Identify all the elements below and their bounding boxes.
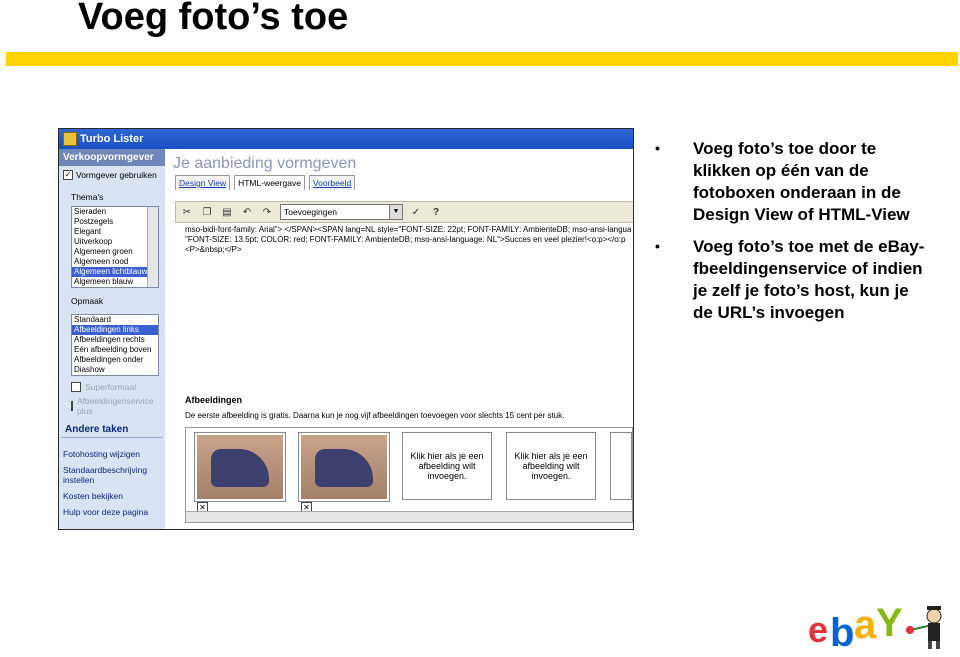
images-section-title: Afbeeldingen: [185, 395, 243, 405]
layout-list[interactable]: Standaard Afbeeldingen links Afbeeldinge…: [71, 314, 159, 376]
theme-item[interactable]: Sieraden: [72, 207, 158, 217]
code-line: mso-bidi-font-family: Arial"> </SPAN><SP…: [185, 225, 631, 234]
logo-letter-b: b: [830, 611, 854, 652]
turbo-lister-screenshot: Turbo Lister Verkoopvormgever ✓ Vormgeve…: [58, 128, 634, 530]
code-line: "FONT-SIZE: 13.5pt; COLOR: red; FONT-FAM…: [185, 235, 626, 244]
cut-icon[interactable]: ✂: [180, 205, 194, 219]
photo-box-empty[interactable]: Klik hier als je een afbeelding wilt inv…: [506, 432, 596, 500]
theme-item[interactable]: Postzegels: [72, 217, 158, 227]
layout-item[interactable]: Afbeeldingen onder: [72, 355, 158, 365]
help-button[interactable]: ?: [429, 205, 443, 219]
bullet-item: Voeg foto’s toe met de eBay-fbeeldingens…: [655, 235, 930, 324]
left-task-pane: Verkoopvormgever ✓ Vormgever gebruiken T…: [59, 149, 165, 529]
mascot-icon: [906, 606, 942, 649]
logo-letter-y: Y: [876, 601, 903, 645]
theme-item[interactable]: Algemeen groen: [72, 247, 158, 257]
designer-header: Verkoopvormgever: [59, 149, 165, 166]
picture-service-label: Afbeeldingenservice plus: [77, 396, 154, 416]
copy-icon[interactable]: ❐: [200, 205, 214, 219]
theme-item[interactable]: Algemeen rood: [72, 257, 158, 267]
chair-photo: [197, 435, 283, 499]
theme-item-selected[interactable]: Algemeen lichtblauw: [72, 267, 158, 277]
logo-letter-a: a: [854, 603, 877, 647]
photo-box-empty[interactable]: Klik hier als je een afbeelding wilt inv…: [402, 432, 492, 500]
window-title: Turbo Lister: [80, 133, 144, 145]
ebay-logo-graphic: e b a Y: [808, 601, 942, 655]
window-title-bar: Turbo Lister: [59, 129, 633, 149]
themes-scrollbar[interactable]: [147, 207, 158, 287]
tab-preview[interactable]: Voorbeeld: [308, 175, 356, 190]
chair-shape: [315, 449, 373, 487]
photo-box-2[interactable]: ✕: [298, 432, 390, 513]
redo-icon[interactable]: ↷: [260, 205, 274, 219]
superformaat-label: Superformaat: [85, 382, 137, 392]
layout-item[interactable]: Standaard: [72, 315, 158, 325]
ebay-logo: e b a Y: [806, 596, 956, 655]
layout-label: Opmaak: [71, 296, 104, 306]
superformaat-checkbox[interactable]: [71, 382, 81, 392]
chevron-down-icon[interactable]: ▼: [389, 205, 402, 219]
paste-icon[interactable]: ▤: [220, 205, 234, 219]
use-designer-checkbox[interactable]: ✓: [63, 170, 73, 180]
code-line: <P>&nbsp;</P>: [185, 245, 242, 254]
other-tasks-header: Andere taken: [61, 420, 163, 438]
link-help-page[interactable]: Hulp voor deze pagina: [59, 504, 165, 520]
insert-select[interactable]: Toevoegingen ▼: [280, 204, 403, 220]
tab-html-view[interactable]: HTML-weergave: [234, 175, 305, 190]
layout-item[interactable]: Diashow: [72, 365, 158, 375]
superformaat-option[interactable]: Superformaat: [59, 380, 165, 394]
insert-select-value: Toevoegingen: [284, 207, 337, 217]
slide-title: Voeg foto’s toe: [78, 0, 349, 38]
theme-item[interactable]: Uitverkoop: [72, 237, 158, 247]
editor-pane: Je aanbieding vormgeven Design View HTML…: [167, 149, 633, 529]
layout-item[interactable]: Eén afbeelding boven: [72, 345, 158, 355]
bullet-list: Voeg foto’s toe door te klikken op één v…: [655, 137, 930, 334]
themes-label: Thema's: [71, 192, 104, 202]
chair-shape: [211, 449, 269, 487]
theme-item[interactable]: Algemeen blauw: [72, 277, 158, 287]
picture-service-checkbox[interactable]: [71, 401, 73, 411]
tab-design-view[interactable]: Design View: [175, 175, 231, 190]
use-designer-row[interactable]: ✓ Vormgever gebruiken: [59, 166, 165, 184]
link-default-description[interactable]: Standaardbeschrijving instellen: [59, 462, 165, 488]
link-change-photo-hosting[interactable]: Fotohosting wijzigen: [59, 446, 165, 462]
photo-row-scrollbar[interactable]: [186, 511, 632, 522]
photo-boxes-row: ✕ ✕ Klik hier als je een afbeelding wilt…: [185, 427, 633, 523]
editor-heading: Je aanbieding vormgeven: [173, 155, 357, 172]
layout-item-selected[interactable]: Afbeeldingen links: [72, 325, 158, 335]
images-section-description: De eerste afbeelding is gratis. Daarna k…: [185, 411, 565, 420]
logo-letter-e: e: [808, 609, 828, 650]
photo-box-1[interactable]: ✕: [194, 432, 286, 513]
editor-toolbar: ✂ ❐ ▤ ↶ ↷ Toevoegingen ▼ ✓ ?: [175, 201, 633, 223]
layout-item[interactable]: Afbeeldingen rechts: [72, 335, 158, 345]
chair-photo: [301, 435, 387, 499]
photo-box-empty-partial[interactable]: [610, 432, 632, 500]
use-designer-label: Vormgever gebruiken: [76, 170, 157, 180]
bullet-item: Voeg foto’s toe door te klikken op één v…: [655, 137, 930, 226]
undo-icon[interactable]: ↶: [240, 205, 254, 219]
app-icon: [63, 132, 77, 146]
view-tabs: Design View HTML-weergave Voorbeeld: [167, 175, 633, 190]
html-code-editor[interactable]: mso-bidi-font-family: Arial"> </SPAN><SP…: [185, 225, 631, 375]
spellcheck-icon[interactable]: ✓: [409, 205, 423, 219]
picture-service-option[interactable]: Afbeeldingenservice plus: [59, 394, 165, 418]
theme-item[interactable]: Elegant: [72, 227, 158, 237]
title-underline-bar: [6, 52, 958, 66]
link-view-fees[interactable]: Kosten bekijken: [59, 488, 165, 504]
themes-list[interactable]: Sieraden Postzegels Elegant Uitverkoop A…: [71, 206, 159, 288]
